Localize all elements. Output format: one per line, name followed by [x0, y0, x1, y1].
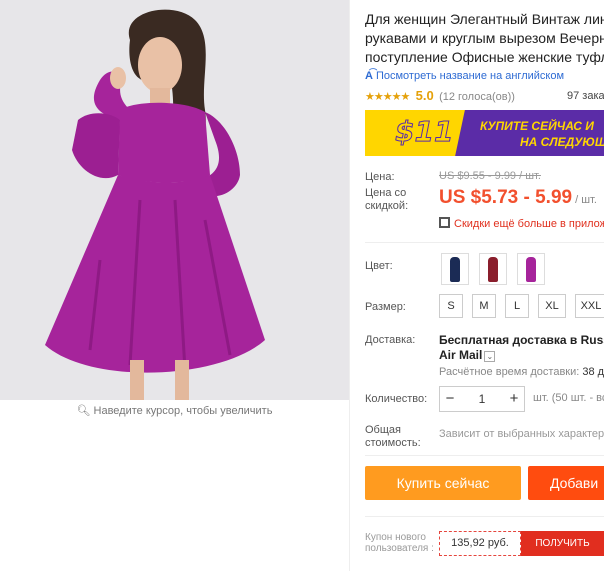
buy-now-button[interactable]: Купить сейчас	[365, 466, 521, 500]
price-unit: / шт.	[575, 194, 597, 206]
discount-price: US $5.73 - 5.99/ шт.	[439, 187, 597, 209]
color-swatch-purple[interactable]	[517, 253, 545, 285]
dress-thumbnail-icon	[488, 257, 498, 282]
color-swatch-burgundy[interactable]	[479, 253, 507, 285]
color-swatch-navy[interactable]	[441, 253, 469, 285]
qr-code-icon	[439, 217, 450, 228]
shipping-destination: Бесплатная доставка в Russian	[439, 333, 604, 347]
size-label: Размер:	[365, 301, 406, 313]
promo-text-line: КУПИТЕ СЕЙЧАС И	[480, 119, 594, 133]
discount-price-label: Цена со скидкой:	[365, 187, 409, 212]
translate-link-text: Посмотреть название на английском	[375, 70, 565, 82]
zoom-hint: 🔍︎ Наведите курсор, чтобы увеличить	[0, 404, 349, 417]
size-option-l[interactable]: L	[505, 294, 529, 318]
dress-thumbnail-icon	[526, 257, 536, 282]
shipping-label: Доставка:	[365, 334, 416, 346]
promo-amount: $11	[394, 115, 454, 149]
size-option-xxl[interactable]: XXL	[575, 294, 604, 318]
old-price: US $9.55 - 9.99 / шт.	[439, 170, 541, 182]
shipping-method: Бесплатная доставка в Russian Air Mail⌄	[439, 333, 604, 363]
promo-banner[interactable]: $11 КУПИТЕ СЕЙЧАС И НА СЛЕДУЮЩ	[365, 110, 604, 156]
quantity-increase-button[interactable]: +	[504, 387, 524, 411]
section-divider	[365, 516, 604, 517]
chevron-down-icon[interactable]: ⌄	[484, 351, 496, 362]
magnifier-icon: 🔍︎	[76, 405, 91, 417]
section-divider	[365, 455, 604, 456]
delivery-time-label: Расчётное время доставки:	[439, 366, 580, 378]
color-label: Цвет:	[365, 260, 393, 272]
promo-text: КУПИТЕ СЕЙЧАС И НА СЛЕДУЮЩ	[480, 118, 604, 150]
size-option-xl[interactable]: XL	[538, 294, 566, 318]
delivery-time-value: 38 д	[582, 366, 604, 378]
product-gallery: 🔍︎ Наведите курсор, чтобы увеличить	[0, 0, 349, 571]
rating-row: ★★★★★ 5.0 (12 голоса(ов)) 97 заказа(о	[365, 88, 604, 103]
delivery-time: Расчётное время доставки: 38 д	[439, 366, 604, 378]
coupon-value: 135,92 руб.	[439, 531, 521, 556]
discount-price-value: US $5.73 - 5.99	[439, 187, 573, 208]
votes-link[interactable]: (12 голоса(ов))	[439, 91, 515, 103]
orders-count: 97 заказа(о	[567, 90, 604, 102]
zoom-hint-text: Наведите курсор, чтобы увеличить	[93, 405, 273, 417]
dress-thumbnail-icon	[450, 257, 460, 282]
total-label: Общая стоимость:	[365, 424, 421, 449]
translate-title-link[interactable]: A͡ Посмотреть название на английском	[365, 70, 564, 82]
coupon-label: Купон нового пользователя :	[365, 532, 434, 554]
price-label: Цена:	[365, 171, 395, 183]
size-option-m[interactable]: M	[472, 294, 496, 318]
promo-text-line: НА СЛЕДУЮЩ	[520, 135, 604, 149]
app-discount-text: Скидки ещё больше в прилож	[454, 218, 604, 230]
app-discount-link[interactable]: Скидки ещё больше в прилож	[439, 217, 604, 230]
product-main-image[interactable]	[0, 0, 349, 400]
quantity-availability: шт. (50 шт. - вс	[533, 392, 604, 404]
section-divider	[365, 242, 604, 243]
add-to-cart-button[interactable]: Добави	[528, 466, 604, 500]
rating-value: 5.0	[415, 88, 434, 103]
product-title-line: Для женщин Элегантный Винтаж линии	[365, 11, 604, 27]
product-title-line: рукавами и круглым вырезом Вечерни	[365, 30, 604, 46]
quantity-decrease-button[interactable]: −	[440, 387, 460, 411]
shipping-service: Air Mail	[439, 348, 483, 362]
product-title: Для женщин Элегантный Винтаж линии рукав…	[365, 10, 604, 67]
dress-photo	[0, 0, 349, 400]
quantity-label: Количество:	[365, 393, 428, 405]
get-coupon-button[interactable]: ПОЛУЧИТЬ	[521, 531, 604, 556]
rating-stars-icon[interactable]: ★★★★★	[365, 91, 410, 103]
total-note: Зависит от выбранных характери	[439, 428, 604, 440]
product-info-panel: Для женщин Элегантный Винтаж линии рукав…	[350, 0, 604, 571]
product-title-line: поступление Офисные женские туфли	[365, 49, 604, 65]
quantity-input[interactable]: 1	[460, 387, 504, 411]
size-option-s[interactable]: S	[439, 294, 463, 318]
quantity-stepper: − 1 +	[439, 386, 525, 412]
translate-icon: A͡	[365, 70, 373, 82]
